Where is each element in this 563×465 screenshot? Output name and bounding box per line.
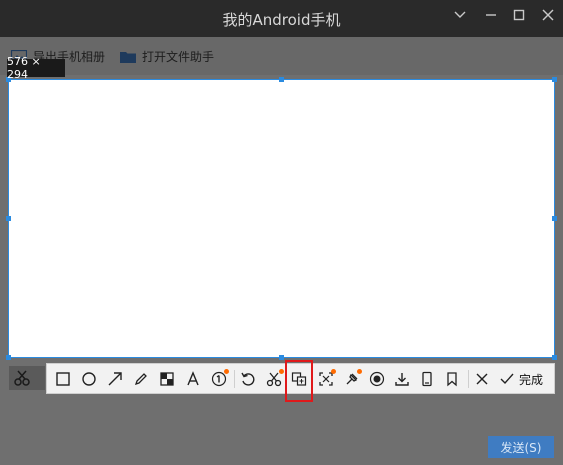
new-badge-dot — [224, 369, 229, 374]
file-helper-label: 打开文件助手 — [142, 49, 215, 64]
window-title: 我的Android手机 — [222, 11, 341, 29]
resize-handle[interactable] — [552, 77, 557, 82]
ocr-scan-icon[interactable] — [315, 368, 337, 390]
resize-handle[interactable] — [552, 216, 557, 221]
chevron-down-icon[interactable] — [450, 8, 470, 28]
done-label: 完成 — [519, 372, 544, 387]
pin-to-screen-icon[interactable] — [263, 368, 285, 390]
ellipse-tool-icon[interactable] — [78, 368, 100, 390]
pen-tool-icon[interactable] — [130, 368, 152, 390]
file-helper-button[interactable]: 打开文件助手 — [120, 47, 214, 65]
close-icon[interactable] — [538, 8, 558, 28]
toolbar-divider — [468, 370, 469, 388]
send-button[interactable]: 发送(S) — [488, 436, 554, 458]
highlight-rectangle — [285, 360, 313, 402]
scissors-icon[interactable] — [13, 369, 31, 387]
folder-icon — [120, 51, 136, 63]
maximize-icon[interactable] — [509, 8, 529, 28]
check-icon — [500, 373, 514, 385]
resize-handle[interactable] — [279, 77, 284, 82]
resize-handle[interactable] — [6, 355, 11, 360]
download-icon[interactable] — [391, 368, 413, 390]
bookmark-icon[interactable] — [441, 368, 463, 390]
screenshot-selection[interactable] — [6, 77, 557, 360]
target-icon[interactable] — [366, 368, 388, 390]
text-tool-icon[interactable] — [182, 368, 204, 390]
mosaic-tool-icon[interactable] — [156, 368, 178, 390]
scissors-tools — [9, 366, 45, 390]
new-badge-dot — [331, 369, 336, 374]
long-screenshot-icon[interactable] — [416, 368, 438, 390]
action-bar: 导出手机相册 打开文件助手 — [0, 37, 563, 75]
minimize-icon[interactable] — [481, 8, 501, 28]
cancel-icon[interactable] — [471, 368, 493, 390]
new-badge-dot — [357, 369, 362, 374]
resize-handle[interactable] — [552, 355, 557, 360]
resize-handle[interactable] — [279, 355, 284, 360]
toolbar-divider — [234, 370, 235, 388]
rectangle-tool-icon[interactable] — [52, 368, 74, 390]
resize-handle[interactable] — [6, 216, 11, 221]
new-badge-dot — [279, 369, 284, 374]
done-button[interactable]: 完成 — [499, 368, 549, 390]
undo-icon[interactable] — [237, 368, 259, 390]
title-bar: 我的Android手机 — [0, 0, 563, 37]
number-tool-icon[interactable] — [208, 368, 230, 390]
arrow-tool-icon[interactable] — [104, 368, 126, 390]
selection-size-badge: 576 × 294 — [7, 55, 65, 81]
screen-record-icon[interactable] — [341, 368, 363, 390]
